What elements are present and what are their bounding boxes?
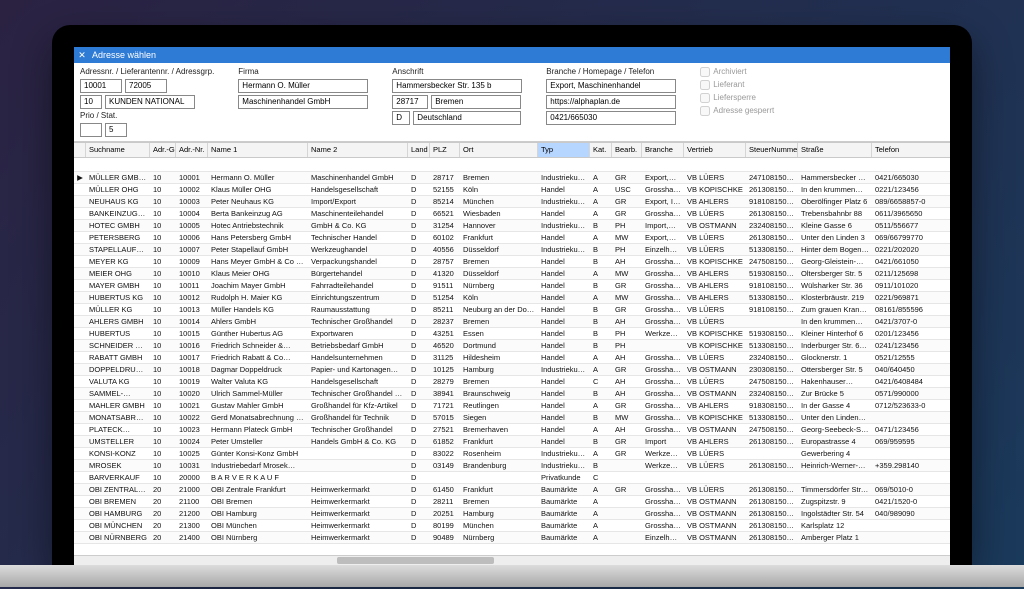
table-row[interactable]: NEUHAUS KG1010003Peter Neuhaus KGImport/…	[74, 196, 950, 208]
column-header[interactable]: Vertrieb	[684, 143, 746, 157]
address-grid: SuchnameAdr.-Grp.Adr.-Nr.Name 1Name 2Lan…	[74, 142, 950, 565]
table-row[interactable]: SCHNEIDER …1010016Friedrich Schneider &……	[74, 340, 950, 352]
table-row[interactable]: OBI BREMEN2021100OBI BremenHeimwerkermar…	[74, 496, 950, 508]
table-row[interactable]: HUBERTUS KG1010012Rudolph H. Maier KGEin…	[74, 292, 950, 304]
adressnr-input[interactable]	[80, 79, 122, 93]
window-title: Adresse wählen	[92, 50, 156, 60]
prio-input[interactable]	[80, 123, 102, 137]
table-row[interactable]: UMSTELLER1010024Peter UmstellerHandels G…	[74, 436, 950, 448]
close-icon[interactable]: ✕	[76, 49, 88, 61]
grid-header: SuchnameAdr.-Grp.Adr.-Nr.Name 1Name 2Lan…	[74, 142, 950, 158]
horizontal-scrollbar[interactable]	[74, 555, 950, 565]
table-row[interactable]: MÜLLER KG1010013Müller Handels KGRaumaus…	[74, 304, 950, 316]
column-header[interactable]: Land	[408, 143, 430, 157]
column-header[interactable]: PLZ	[430, 143, 460, 157]
table-row[interactable]: OBI MÜNCHEN2021300OBI MünchenHeimwerkerm…	[74, 520, 950, 532]
table-row[interactable]: OBI HAMBURG2021200OBI HamburgHeimwerkerm…	[74, 508, 950, 520]
homepage-input[interactable]	[546, 95, 676, 109]
column-header[interactable]: Ort	[460, 143, 538, 157]
table-row[interactable]: PETERSBERG1010006Hans Petersberg GmbHTec…	[74, 232, 950, 244]
checkbox-liefersperre[interactable]: Liefersperre	[700, 93, 774, 103]
column-header[interactable]: Kat.	[590, 143, 612, 157]
column-header[interactable]: Branche	[642, 143, 684, 157]
titlebar: ✕ Adresse wählen	[74, 47, 950, 63]
table-row[interactable]: DOPPELDRUC…1010018Dagmar DoppeldruckPapi…	[74, 364, 950, 376]
checkbox-gesperrt[interactable]: Adresse gesperrt	[700, 106, 774, 116]
table-row[interactable]: SAMMEL-…1010020Ulrich Sammel-MüllerTechn…	[74, 388, 950, 400]
table-row[interactable]: MAYER GMBH1010011Joachim Mayer GmbHFahrr…	[74, 280, 950, 292]
label-firma: Firma	[238, 67, 368, 76]
grid-body[interactable]: ▶MÜLLER GMB…1010001Hermann O. MüllerMasc…	[74, 172, 950, 555]
ort-input[interactable]	[431, 95, 521, 109]
screen: ✕ Adresse wählen Adressnr. / Lieferanten…	[74, 47, 950, 565]
laptop-frame: ✕ Adresse wählen Adressnr. / Lieferanten…	[52, 25, 972, 565]
street-input[interactable]	[392, 79, 522, 93]
table-row[interactable]: MÜLLER OHG1010002Klaus Müller OHGHandels…	[74, 184, 950, 196]
table-row[interactable]: HUBERTUS1010015Günther Hubertus AGExport…	[74, 328, 950, 340]
landcode-input[interactable]	[392, 111, 410, 125]
table-row[interactable]: ▶MÜLLER GMB…1010001Hermann O. MüllerMasc…	[74, 172, 950, 184]
table-row[interactable]: AHLERS GMBH1010014Ahlers GmbHTechnischer…	[74, 316, 950, 328]
table-row[interactable]: RABATT GMBH1010017Friedrich Rabatt & Co……	[74, 352, 950, 364]
firma2-input[interactable]	[238, 95, 368, 109]
table-row[interactable]: KONSI-KONZ1010025Günter Konsi-Konz GmbHD…	[74, 448, 950, 460]
adressgrp-name-input[interactable]	[105, 95, 195, 109]
column-header[interactable]: Suchname	[86, 143, 150, 157]
scrollbar-thumb[interactable]	[337, 557, 495, 564]
table-row[interactable]: MEYER KG1010009Hans Meyer GmbH & Co KGVe…	[74, 256, 950, 268]
label-anschrift: Anschrift	[392, 67, 522, 76]
table-row[interactable]: OBI NÜRNBERG2021400OBI NürnbergHeimwerke…	[74, 532, 950, 544]
table-row[interactable]: HOTEC GMBH1010005Hotec AntriebstechnikGm…	[74, 220, 950, 232]
table-row[interactable]: BARVERKAUF1020000B A R V E R K A U FDPri…	[74, 472, 950, 484]
column-header[interactable]: Name 2	[308, 143, 408, 157]
lieferantennr-input[interactable]	[125, 79, 167, 93]
label-branche: Branche / Homepage / Telefon	[546, 67, 676, 76]
table-row[interactable]: MAHLER GMBH1010021Gustav Mahler GmbHGroß…	[74, 400, 950, 412]
table-row[interactable]: BANKEINZUG…1010004Berta Bankeinzug AGMas…	[74, 208, 950, 220]
stat-input[interactable]	[105, 123, 127, 137]
column-header[interactable]: Adr.-Grp.	[150, 143, 176, 157]
table-row[interactable]: STAPELLAUF…1010007Peter Stapellauf GmbHW…	[74, 244, 950, 256]
table-row[interactable]: OBI ZENTRAL…2021000OBI Zentrale Frankfur…	[74, 484, 950, 496]
filter-form: Adressnr. / Lieferantennr. / Adressgrp. …	[74, 63, 950, 142]
column-header[interactable]: Typ	[538, 143, 590, 157]
table-row[interactable]: VALUTA KG1010019Walter Valuta KGHandelsg…	[74, 376, 950, 388]
checkbox-archiviert[interactable]: Archiviert	[700, 67, 774, 77]
checkbox-lieferant[interactable]: Lieferant	[700, 80, 774, 90]
table-row[interactable]: PLATECK…1010023Hermann Plateck GmbHTechn…	[74, 424, 950, 436]
column-header[interactable]: Name 1	[208, 143, 308, 157]
table-row[interactable]: MEIER OHG1010010Klaus Meier OHGBürgerteh…	[74, 268, 950, 280]
land-input[interactable]	[413, 111, 521, 125]
table-row[interactable]: MONATSABR…1010022Gerd Monatsabrechnung K…	[74, 412, 950, 424]
grid-filter-row[interactable]	[74, 158, 950, 172]
address-picker-window: ✕ Adresse wählen Adressnr. / Lieferanten…	[74, 47, 950, 565]
column-header[interactable]: Adr.-Nr.	[176, 143, 208, 157]
label-adressnr: Adressnr. / Lieferantennr. / Adressgrp.	[80, 67, 214, 76]
column-header[interactable]: SteuerNummer	[746, 143, 798, 157]
label-prio: Prio / Stat.	[80, 111, 214, 120]
branche-input[interactable]	[546, 79, 676, 93]
table-row[interactable]: MROSEK1010031Industriebedarf Mrosek…D031…	[74, 460, 950, 472]
firma1-input[interactable]	[238, 79, 368, 93]
column-header[interactable]: Straße	[798, 143, 872, 157]
column-header[interactable]: Telefon	[872, 143, 950, 157]
plz-input[interactable]	[392, 95, 428, 109]
telefon-input[interactable]	[546, 111, 676, 125]
adressgrp-code-input[interactable]	[80, 95, 102, 109]
column-header[interactable]	[74, 143, 86, 157]
column-header[interactable]: Bearb.	[612, 143, 642, 157]
